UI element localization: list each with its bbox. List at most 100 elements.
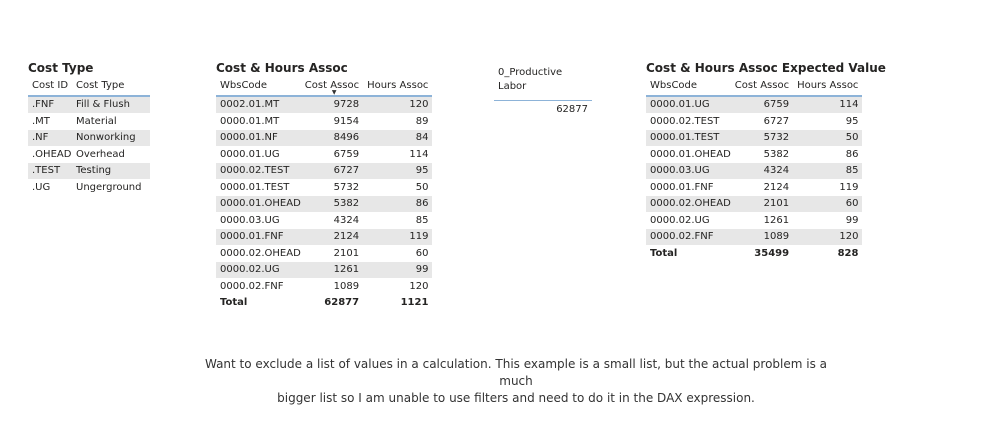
table-cell: .OHEAD — [28, 146, 72, 163]
note-line-1: Want to exclude a list of values in a ca… — [204, 357, 828, 388]
cost-type-table[interactable]: Cost ID Cost Type .FNF Fill & Flush .MT Mat… — [28, 77, 150, 196]
table-cell: 6727 — [300, 162, 364, 180]
table-row[interactable]: 0000.02.TEST 6727 95 — [646, 113, 863, 130]
table-cell: 0000.02.UG — [646, 212, 731, 229]
table-cell: Testing — [72, 162, 150, 180]
table-row[interactable]: 0000.01.TEST 5732 50 — [646, 129, 863, 147]
table-row[interactable]: 0000.01.UG 6759 114 — [646, 96, 863, 114]
table-cell: 0000.02.OHEAD — [646, 195, 731, 213]
table-cell: 0000.02.UG — [216, 261, 301, 279]
sort-descending-icon[interactable]: ▼ — [332, 90, 337, 96]
table-cell: 0000.01.NF — [216, 129, 301, 147]
table-cell: 2101 — [730, 195, 794, 213]
col-wbscode[interactable]: WbsCode — [216, 77, 301, 97]
table-cell: 114 — [363, 146, 433, 163]
expected-table[interactable]: WbsCode Cost Assoc Hours Assoc 0000.01.U… — [646, 77, 863, 262]
table-row[interactable]: 0000.01.UG 6759 114 — [216, 146, 433, 163]
table-cell: 60 — [793, 195, 863, 213]
col-hours-assoc[interactable]: Hours Assoc — [363, 77, 433, 97]
table-row[interactable]: 0000.01.NF 8496 84 — [216, 129, 433, 147]
table-cell: 0000.02.FNF — [646, 228, 731, 246]
table-cell: 6727 — [730, 113, 794, 130]
table-cell: Fill & Flush — [72, 96, 150, 114]
table-row[interactable]: 0002.01.MT 9728 120 — [216, 96, 433, 114]
table-row[interactable]: 0000.02.FNF 1089 120 — [646, 228, 863, 246]
table-cell: 99 — [793, 212, 863, 229]
card-label-line2: Labor — [498, 81, 527, 92]
table-row[interactable]: 0000.02.FNF 1089 120 — [216, 278, 433, 295]
col-cost-assoc[interactable]: Cost Assoc ▼ — [300, 77, 364, 97]
table-row[interactable]: .OHEAD Overhead — [28, 146, 150, 163]
total-row: Total 35499 828 — [646, 244, 863, 262]
total-value: 62877 — [300, 294, 364, 312]
table-cell: 1089 — [300, 278, 364, 295]
table-cell: .TEST — [28, 162, 72, 180]
table-cell: 50 — [793, 129, 863, 147]
table-row[interactable]: .UG Ungerground — [28, 179, 150, 196]
table-cell: 0000.02.FNF — [216, 278, 301, 295]
table-row[interactable]: 0000.01.FNF 2124 119 — [216, 228, 433, 246]
table-row[interactable]: 0000.01.OHEAD 5382 86 — [216, 195, 433, 213]
col-cost-type[interactable]: Cost Type — [72, 77, 150, 97]
table-row[interactable]: 0000.02.OHEAD 2101 60 — [216, 245, 433, 262]
table-cell: 0000.01.FNF — [216, 228, 301, 246]
note-line-2: bigger list so I am unable to use filter… — [277, 391, 755, 405]
table-cell: 0000.01.OHEAD — [216, 195, 301, 213]
table-cell: 120 — [363, 278, 433, 295]
table-row[interactable]: 0000.02.UG 1261 99 — [646, 212, 863, 229]
table-cell: 1261 — [730, 212, 794, 229]
table-cell: 0000.01.MT — [216, 113, 301, 130]
table-row[interactable]: 0000.01.FNF 2124 119 — [646, 179, 863, 196]
table-row[interactable]: 0000.02.TEST 6727 95 — [216, 162, 433, 180]
total-label: Total — [646, 244, 731, 262]
productive-labor-card: 0_Productive Labor 62877 — [494, 66, 592, 115]
col-cost-id[interactable]: Cost ID — [28, 77, 72, 97]
table-cell: 2101 — [300, 245, 364, 262]
table-row[interactable]: .NF Nonworking — [28, 129, 150, 147]
table-row[interactable]: 0000.03.UG 4324 85 — [646, 162, 863, 180]
table-cell: 0000.02.TEST — [216, 162, 301, 180]
table-row[interactable]: 0000.02.OHEAD 2101 60 — [646, 195, 863, 213]
table-cell: 9154 — [300, 113, 364, 130]
table-cell: 99 — [363, 261, 433, 279]
cost-hours-table[interactable]: WbsCode Cost Assoc ▼ Hours Assoc 0002.01… — [216, 77, 433, 312]
total-value: 1121 — [363, 294, 433, 312]
table-row[interactable]: 0000.02.UG 1261 99 — [216, 261, 433, 279]
table-cell: 0000.03.UG — [216, 212, 301, 229]
expected-visual: Cost & Hours Assoc Expected Value WbsCod… — [646, 61, 886, 262]
table-cell: Overhead — [72, 146, 150, 163]
cost-hours-visual: Cost & Hours Assoc WbsCode Cost Assoc ▼ … — [216, 61, 433, 312]
description-note: Want to exclude a list of values in a ca… — [200, 356, 832, 407]
col-wbscode[interactable]: WbsCode — [646, 77, 731, 97]
card-value: 62877 — [556, 104, 588, 115]
table-cell: 0000.01.OHEAD — [646, 146, 731, 163]
col-hours-assoc[interactable]: Hours Assoc — [793, 77, 863, 97]
table-cell: 50 — [363, 179, 433, 196]
table-cell: 0000.03.UG — [646, 162, 731, 180]
col-cost-assoc[interactable]: Cost Assoc — [730, 77, 794, 97]
table-cell: 2124 — [730, 179, 794, 196]
table-row[interactable]: 0000.01.TEST 5732 50 — [216, 179, 433, 196]
table-cell: 86 — [793, 146, 863, 163]
table-row[interactable]: .TEST Testing — [28, 162, 150, 180]
table-cell: 9728 — [300, 96, 364, 114]
cost-type-visual: Cost Type Cost ID Cost Type .FNF Fill & F… — [28, 61, 150, 196]
total-row: Total 62877 1121 — [216, 294, 433, 312]
table-cell: 6759 — [300, 146, 364, 163]
table-row[interactable]: .MT Material — [28, 113, 150, 130]
table-cell: 1089 — [730, 228, 794, 246]
table-cell: 8496 — [300, 129, 364, 147]
table-cell: Material — [72, 113, 150, 130]
table-cell: 119 — [363, 228, 433, 246]
table-cell: 0000.01.TEST — [646, 129, 731, 147]
table-row[interactable]: 0000.01.MT 9154 89 — [216, 113, 433, 130]
table-cell: 60 — [363, 245, 433, 262]
table-cell: 5732 — [300, 179, 364, 196]
table-cell: 85 — [793, 162, 863, 180]
table-row[interactable]: 0000.03.UG 4324 85 — [216, 212, 433, 229]
table-row[interactable]: 0000.01.OHEAD 5382 86 — [646, 146, 863, 163]
table-row[interactable]: .FNF Fill & Flush — [28, 96, 150, 114]
card-label-line1: 0_Productive — [498, 67, 563, 78]
table-cell: .NF — [28, 129, 72, 147]
table-cell: 120 — [363, 96, 433, 114]
